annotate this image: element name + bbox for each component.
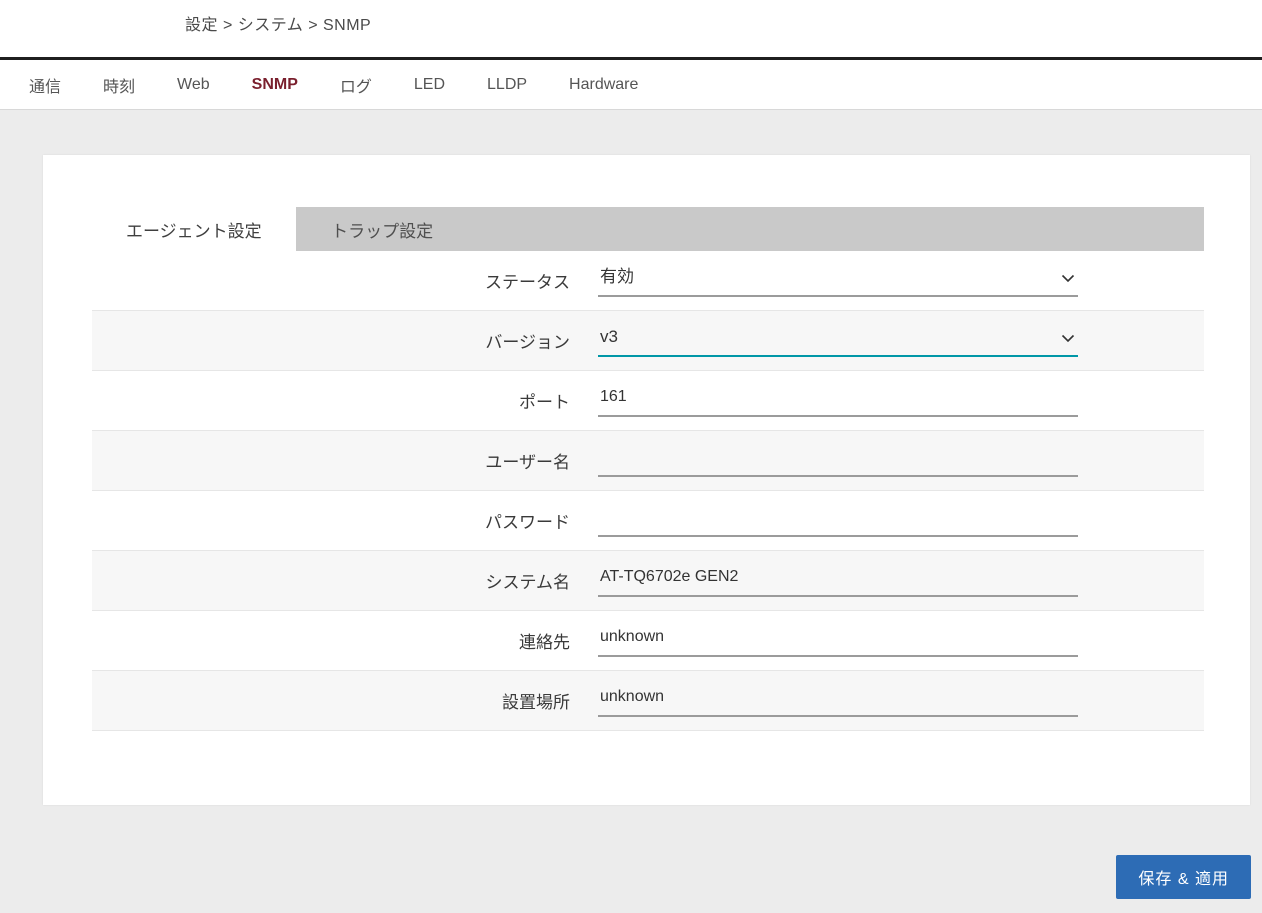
form-row-version: バージョン v3 bbox=[92, 311, 1204, 371]
status-select-value: 有効 bbox=[600, 266, 634, 286]
version-select[interactable]: v3 bbox=[598, 325, 1078, 357]
subtab-agent-settings[interactable]: エージェント設定 bbox=[92, 207, 296, 251]
port-label: ポート bbox=[519, 393, 570, 412]
form-row-contact: 連絡先 bbox=[92, 611, 1204, 671]
contact-label: 連絡先 bbox=[519, 633, 570, 652]
tab-lldp[interactable]: LLDP bbox=[466, 60, 549, 109]
tab-snmp[interactable]: SNMP bbox=[230, 60, 319, 109]
form-row-port: ポート bbox=[92, 371, 1204, 431]
password-label: パスワード bbox=[485, 513, 570, 532]
status-select[interactable]: 有効 bbox=[598, 265, 1078, 297]
save-apply-button[interactable]: 保存 & 適用 bbox=[1116, 855, 1251, 899]
breadcrumb[interactable]: 設定 > システム > SNMP bbox=[185, 11, 371, 35]
form-row-username: ユーザー名 bbox=[92, 431, 1204, 491]
subtab-trap-settings[interactable]: トラップ設定 bbox=[296, 207, 469, 251]
top-bar: 設定 > システム > SNMP bbox=[0, 0, 1262, 57]
footer: 保存 & 適用 bbox=[0, 855, 1262, 899]
chevron-down-icon bbox=[1061, 274, 1075, 282]
tab-log[interactable]: ログ bbox=[318, 60, 393, 109]
main-tab-bar: 通信 時刻 Web SNMP ログ LED LLDP Hardware bbox=[0, 57, 1262, 110]
status-label: ステータス bbox=[485, 273, 570, 292]
form-row-password: パスワード bbox=[92, 491, 1204, 551]
snmp-agent-form: ステータス 有効 バージョン v3 ポート 161 ユーザー名 パスワード シス… bbox=[92, 251, 1204, 731]
chevron-down-icon bbox=[1061, 334, 1075, 342]
system-name-input[interactable] bbox=[598, 564, 1078, 597]
location-input[interactable] bbox=[598, 684, 1078, 717]
system-name-label: システム名 bbox=[485, 573, 571, 592]
form-row-location: 設置場所 bbox=[92, 671, 1204, 731]
subtab-bar: エージェント設定 トラップ設定 bbox=[92, 207, 1204, 251]
tab-hardware[interactable]: Hardware bbox=[548, 60, 660, 109]
form-row-status: ステータス 有効 bbox=[92, 251, 1204, 311]
username-input[interactable] bbox=[598, 444, 1078, 477]
port-input[interactable] bbox=[598, 384, 1078, 417]
password-input[interactable] bbox=[598, 504, 1078, 537]
tab-web[interactable]: Web bbox=[156, 60, 231, 109]
version-select-value: v3 bbox=[600, 326, 618, 346]
form-row-system-name: システム名 bbox=[92, 551, 1204, 611]
username-label: ユーザー名 bbox=[485, 453, 570, 472]
settings-card: エージェント設定 トラップ設定 ステータス 有効 バージョン v3 ポート 16… bbox=[43, 155, 1250, 805]
tab-time[interactable]: 時刻 bbox=[82, 60, 157, 109]
tab-communication[interactable]: 通信 bbox=[8, 60, 83, 109]
contact-input[interactable] bbox=[598, 624, 1078, 657]
location-label: 設置場所 bbox=[502, 693, 570, 712]
tab-led[interactable]: LED bbox=[392, 60, 467, 109]
version-label: バージョン bbox=[485, 333, 570, 352]
